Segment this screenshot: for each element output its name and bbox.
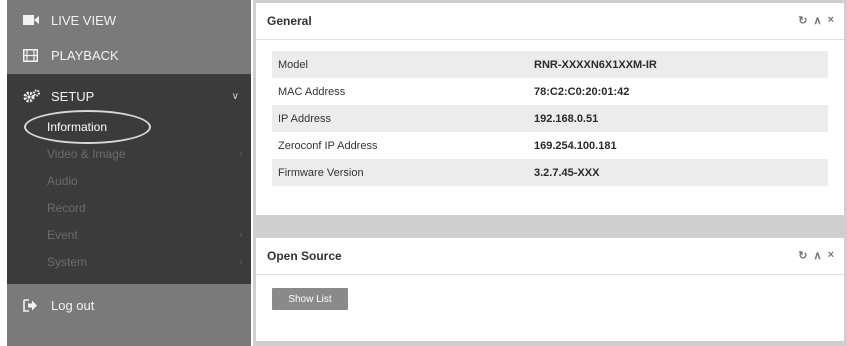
info-label: IP Address	[278, 112, 331, 125]
refresh-icon[interactable]: ↻	[798, 14, 807, 27]
chevron-left-icon: ‹	[239, 148, 243, 160]
collapse-icon[interactable]: ∧	[814, 249, 822, 262]
info-row-zeroconf: Zeroconf IP Address 169.254.100.181	[272, 132, 828, 159]
sidebar-item-event[interactable]: Event ‹	[7, 222, 251, 248]
info-value: 3.2.7.45-XXX	[534, 166, 600, 179]
info-value: RNR-XXXXN6X1XXM-IR	[534, 58, 657, 71]
chevron-down-icon: ∨	[231, 90, 239, 102]
sidebar: LIVE VIEW PLAYBACK SETUP ∨ Information V…	[7, 0, 251, 346]
open-source-panel-title: Open Source	[267, 249, 342, 263]
logout-icon	[23, 298, 43, 312]
nav-logout[interactable]: Log out	[7, 285, 251, 325]
sidebar-item-label: System	[47, 255, 88, 269]
close-icon[interactable]: ×	[828, 249, 834, 262]
chevron-left-icon: ‹	[239, 229, 243, 241]
info-label: Zeroconf IP Address	[278, 139, 378, 152]
info-value: 192.168.0.51	[534, 112, 599, 125]
setup-menu: SETUP ∨ Information Video & Image ‹ Audi…	[7, 74, 251, 284]
nav-setup-label: SETUP	[51, 88, 95, 104]
info-label: Firmware Version	[278, 166, 364, 179]
chevron-left-icon: ‹	[239, 256, 243, 268]
highlight-ring	[24, 110, 151, 144]
nav-live-view[interactable]: LIVE VIEW	[7, 0, 251, 40]
refresh-icon[interactable]: ↻	[798, 249, 807, 262]
nav-logout-label: Log out	[51, 297, 95, 313]
info-value: 169.254.100.181	[534, 139, 617, 152]
sidebar-item-video-image[interactable]: Video & Image ‹	[7, 141, 251, 167]
close-icon[interactable]: ×	[828, 14, 834, 27]
camera-icon	[23, 14, 43, 26]
sidebar-item-label: Audio	[47, 174, 78, 188]
nav-setup[interactable]: SETUP ∨	[7, 84, 251, 108]
sidebar-item-system[interactable]: System ‹	[7, 249, 251, 275]
info-label: MAC Address	[278, 85, 346, 98]
info-row-firmware: Firmware Version 3.2.7.45-XXX	[272, 159, 828, 186]
info-label: Model	[278, 58, 308, 71]
info-row-mac: MAC Address 78:C2:C0:20:01:42	[272, 78, 828, 105]
info-row-ip: IP Address 192.168.0.51	[272, 105, 828, 132]
collapse-icon[interactable]: ∧	[814, 14, 822, 27]
sidebar-item-label: Record	[47, 201, 86, 215]
sidebar-item-label: Event	[47, 228, 78, 242]
nav-playback[interactable]: PLAYBACK	[7, 35, 251, 75]
nav-playback-label: PLAYBACK	[51, 47, 119, 63]
open-source-panel: Open Source ↻ ∧ × Show List	[256, 238, 844, 341]
open-source-panel-header: Open Source ↻ ∧ ×	[256, 238, 844, 275]
sidebar-item-label: Video & Image	[47, 147, 126, 161]
nav-live-view-label: LIVE VIEW	[51, 12, 117, 28]
info-row-model: Model RNR-XXXXN6X1XXM-IR	[272, 51, 828, 78]
general-panel-header: General ↻ ∧ ×	[256, 3, 844, 40]
film-icon	[23, 48, 43, 62]
general-panel: General ↻ ∧ × Model RNR-XXXXN6X1XXM-IR M…	[256, 3, 844, 215]
general-panel-title: General	[267, 14, 312, 28]
sidebar-item-record[interactable]: Record	[7, 195, 251, 221]
panel-tools: ↻ ∧ ×	[798, 249, 834, 262]
info-value: 78:C2:C0:20:01:42	[534, 85, 630, 98]
sidebar-item-audio[interactable]: Audio	[7, 168, 251, 194]
panel-tools: ↻ ∧ ×	[798, 14, 834, 27]
show-list-button[interactable]: Show List	[272, 288, 348, 310]
gears-icon	[23, 89, 43, 103]
